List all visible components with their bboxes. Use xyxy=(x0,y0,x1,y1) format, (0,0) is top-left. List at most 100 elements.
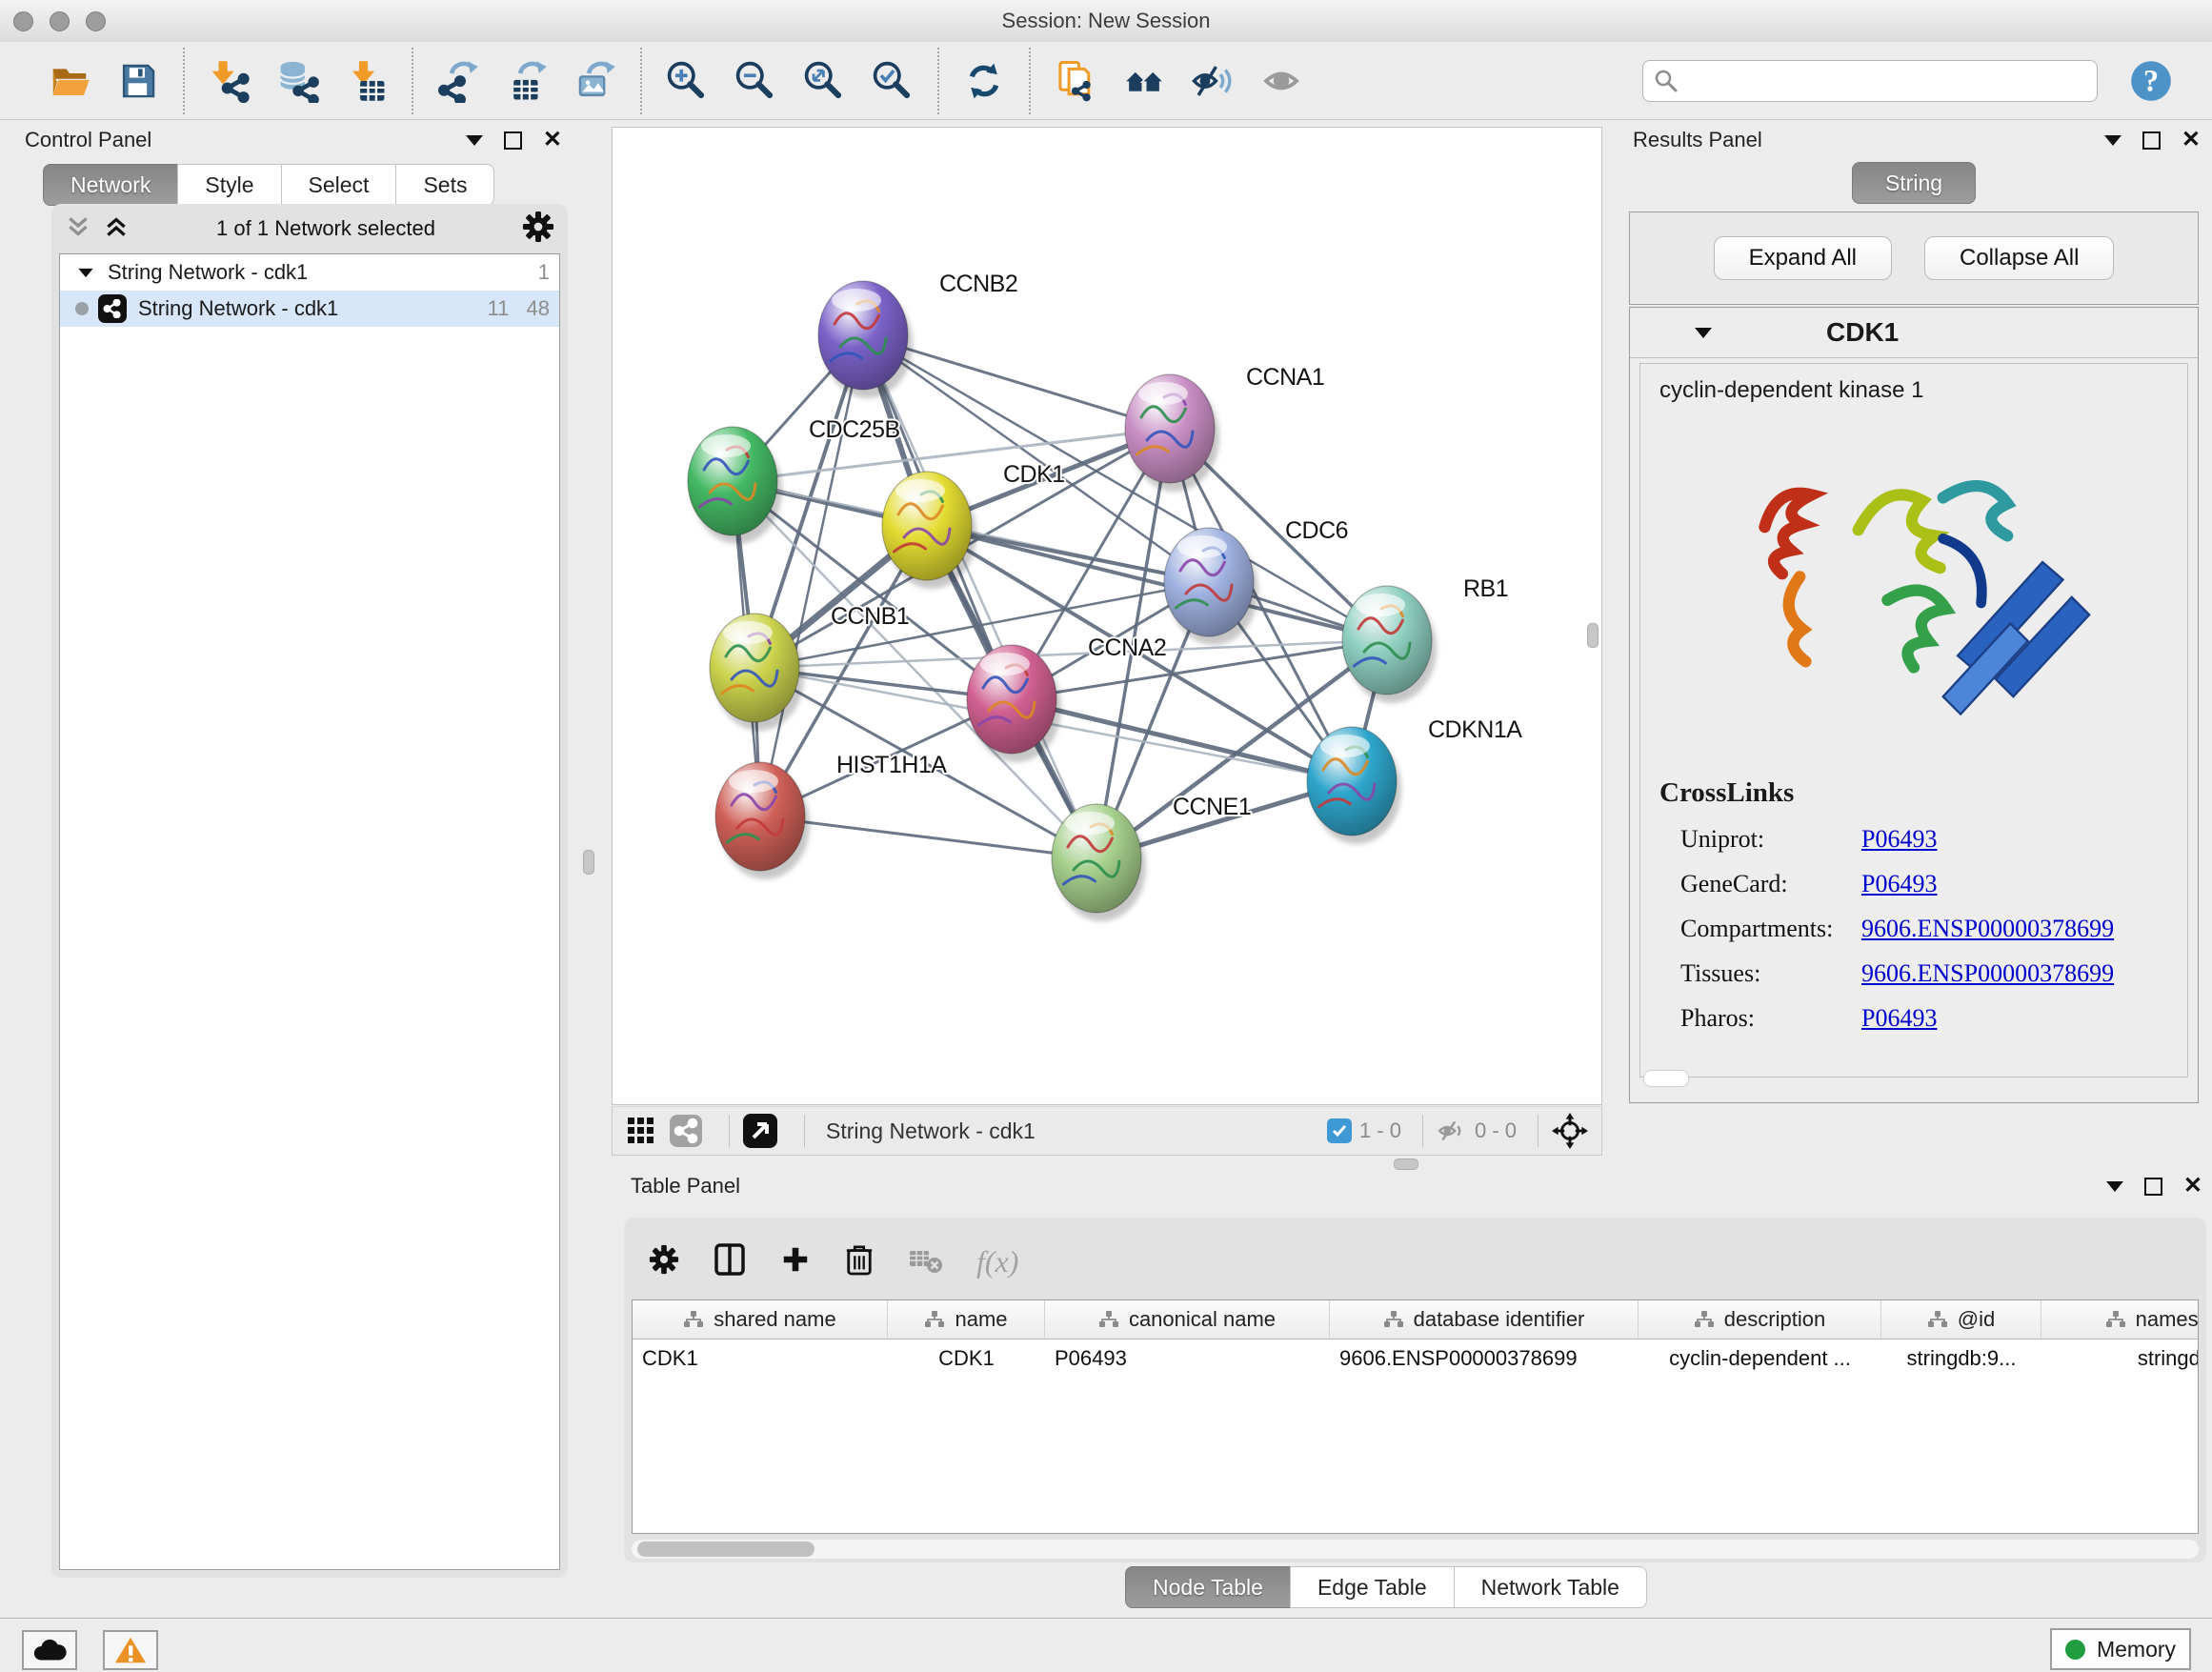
right-splitter-handle[interactable] xyxy=(1587,623,1599,648)
grid-view-icon[interactable] xyxy=(626,1116,656,1146)
save-session-button[interactable] xyxy=(109,51,168,111)
table-row[interactable]: CDK1CDK1P064939606.ENSP00000378699cyclin… xyxy=(633,1340,2198,1378)
column-header-database-identifier[interactable]: database identifier xyxy=(1330,1300,1639,1339)
export-table-button[interactable] xyxy=(497,51,556,111)
collapse-all-button[interactable]: Collapse All xyxy=(1924,236,2114,280)
details-scrollbar-thumb[interactable] xyxy=(1643,1070,1689,1087)
zoom-in-button[interactable] xyxy=(657,51,716,111)
crosslink-link[interactable]: 9606.ENSP00000378699 xyxy=(1861,959,2114,988)
create-column-icon[interactable] xyxy=(780,1244,811,1279)
tab-node-table[interactable]: Node Table xyxy=(1125,1566,1291,1608)
crosslink-link[interactable]: P06493 xyxy=(1861,825,1937,854)
table-options-gear-icon[interactable] xyxy=(649,1244,679,1279)
warnings-button[interactable] xyxy=(103,1630,158,1670)
column-header-label: name xyxy=(955,1307,1007,1332)
cloud-button[interactable] xyxy=(22,1630,77,1670)
table-cell[interactable]: CDK1 xyxy=(633,1340,888,1378)
edge-CCNB2-HIST1H1A[interactable] xyxy=(760,335,863,816)
show-columns-icon[interactable] xyxy=(714,1242,746,1281)
edge-HIST1H1A-CCNE1[interactable] xyxy=(760,816,1096,858)
panel-float-icon[interactable] xyxy=(504,131,522,150)
left-splitter-handle[interactable] xyxy=(583,850,594,875)
node-CDC6[interactable]: CDC6 xyxy=(1164,517,1348,645)
birds-eye-view-icon[interactable] xyxy=(743,1114,777,1148)
column-header-shared-name[interactable]: shared name xyxy=(633,1300,888,1339)
zoom-selected-button[interactable] xyxy=(863,51,922,111)
open-session-button[interactable] xyxy=(40,51,99,111)
results-close-icon[interactable]: ✕ xyxy=(2182,129,2201,151)
network-tree-root-row[interactable]: String Network - cdk1 1 xyxy=(60,254,559,291)
node-CCNB2[interactable]: CCNB2 xyxy=(818,271,1017,398)
tab-style[interactable]: Style xyxy=(177,164,281,206)
import-network-file-button[interactable] xyxy=(200,51,259,111)
network-tree-item-row[interactable]: String Network - cdk1 11 48 xyxy=(60,291,559,327)
table-cell[interactable]: stringdb:9... xyxy=(1881,1340,2041,1378)
network-canvas[interactable]: CCNB2CCNA1CDC25BCDK1CDC6RB1CCNB1CCNA2CDK… xyxy=(612,127,1602,1105)
tab-select[interactable]: Select xyxy=(281,164,397,206)
table-cell[interactable]: stringdb xyxy=(2041,1340,2199,1378)
panel-close-icon[interactable]: ✕ xyxy=(543,129,562,151)
table-menu-caret-icon[interactable] xyxy=(2106,1181,2123,1192)
string-network-import-button[interactable] xyxy=(1046,51,1105,111)
table-float-icon[interactable] xyxy=(2144,1178,2162,1196)
details-collapse-caret-icon[interactable] xyxy=(1695,328,1712,338)
export-image-button[interactable] xyxy=(566,51,625,111)
column-header-description[interactable]: description xyxy=(1639,1300,1881,1339)
table-cell[interactable]: P06493 xyxy=(1045,1340,1330,1378)
node-CDC25B[interactable]: CDC25B xyxy=(688,416,900,544)
column-header--id[interactable]: @id xyxy=(1881,1300,2041,1339)
navigate-crosshair-icon[interactable] xyxy=(1552,1113,1588,1149)
crosslink-link[interactable]: P06493 xyxy=(1861,870,1937,898)
tab-network[interactable]: Network xyxy=(43,164,178,206)
column-header-namespace[interactable]: namespace xyxy=(2041,1300,2199,1339)
table-cell[interactable]: CDK1 xyxy=(888,1340,1045,1378)
memory-button[interactable]: Memory xyxy=(2050,1628,2191,1670)
network-options-gear-icon[interactable] xyxy=(522,211,554,248)
node-HIST1H1A[interactable]: HIST1H1A xyxy=(715,752,947,879)
import-network-database-button[interactable] xyxy=(269,51,328,111)
column-header-name[interactable]: name xyxy=(888,1300,1045,1339)
expand-all-button[interactable]: Expand All xyxy=(1714,236,1892,280)
table-scrollbar-thumb[interactable] xyxy=(637,1541,814,1557)
tab-sets[interactable]: Sets xyxy=(395,164,494,206)
column-header-canonical-name[interactable]: canonical name xyxy=(1045,1300,1330,1339)
panel-menu-caret-icon[interactable] xyxy=(466,135,483,146)
node-CDK1[interactable]: CDK1 xyxy=(882,461,1065,589)
node-CCNA1[interactable]: CCNA1 xyxy=(1125,364,1324,492)
table-close-icon[interactable]: ✕ xyxy=(2183,1175,2202,1198)
refresh-view-button[interactable] xyxy=(955,51,1014,111)
export-network-button[interactable] xyxy=(429,51,488,111)
network-graph[interactable]: CCNB2CCNA1CDC25BCDK1CDC6RB1CCNB1CCNA2CDK… xyxy=(613,128,1601,1104)
home-layout-button[interactable] xyxy=(1115,51,1174,111)
results-menu-caret-icon[interactable] xyxy=(2104,135,2122,146)
table-cell[interactable]: cyclin-dependent ... xyxy=(1639,1340,1881,1378)
edge-CCNB2-CCNE1[interactable] xyxy=(863,335,1096,858)
tab-network-table[interactable]: Network Table xyxy=(1454,1566,1647,1608)
crosslink-link[interactable]: 9606.ENSP00000378699 xyxy=(1861,915,2114,943)
search-input[interactable] xyxy=(1642,60,2098,102)
expand-all-networks-icon[interactable] xyxy=(103,213,130,245)
bottom-splitter-handle[interactable] xyxy=(1394,1158,1418,1170)
toolbar-group xyxy=(412,48,640,114)
help-button[interactable]: ? xyxy=(2124,54,2178,108)
zoom-fit-button[interactable] xyxy=(794,51,854,111)
tab-edge-table[interactable]: Edge Table xyxy=(1290,1566,1455,1608)
node-CCNE1[interactable]: CCNE1 xyxy=(1052,794,1251,921)
results-float-icon[interactable] xyxy=(2142,131,2161,150)
selected-items-checkbox[interactable] xyxy=(1327,1118,1352,1143)
delete-column-trash-icon[interactable] xyxy=(845,1242,874,1281)
crosslink-link[interactable]: P06493 xyxy=(1861,1004,1937,1033)
table-cell[interactable]: 9606.ENSP00000378699 xyxy=(1330,1340,1639,1378)
node-label-CDC6: CDC6 xyxy=(1285,517,1348,544)
table-horizontal-scrollbar[interactable] xyxy=(632,1540,2199,1559)
import-table-file-button[interactable] xyxy=(337,51,396,111)
network-share-icon[interactable] xyxy=(670,1115,702,1147)
tree-expand-caret-icon[interactable] xyxy=(78,268,92,276)
node-CDKN1A[interactable]: CDKN1A xyxy=(1307,716,1522,844)
node-details-header[interactable]: CDK1 xyxy=(1630,308,2198,358)
hide-eye-button[interactable] xyxy=(1183,51,1242,111)
zoom-out-button[interactable] xyxy=(726,51,785,111)
collapse-all-networks-icon[interactable] xyxy=(65,213,91,245)
tab-string[interactable]: String xyxy=(1852,162,1976,204)
node-RB1[interactable]: RB1 xyxy=(1342,575,1508,703)
